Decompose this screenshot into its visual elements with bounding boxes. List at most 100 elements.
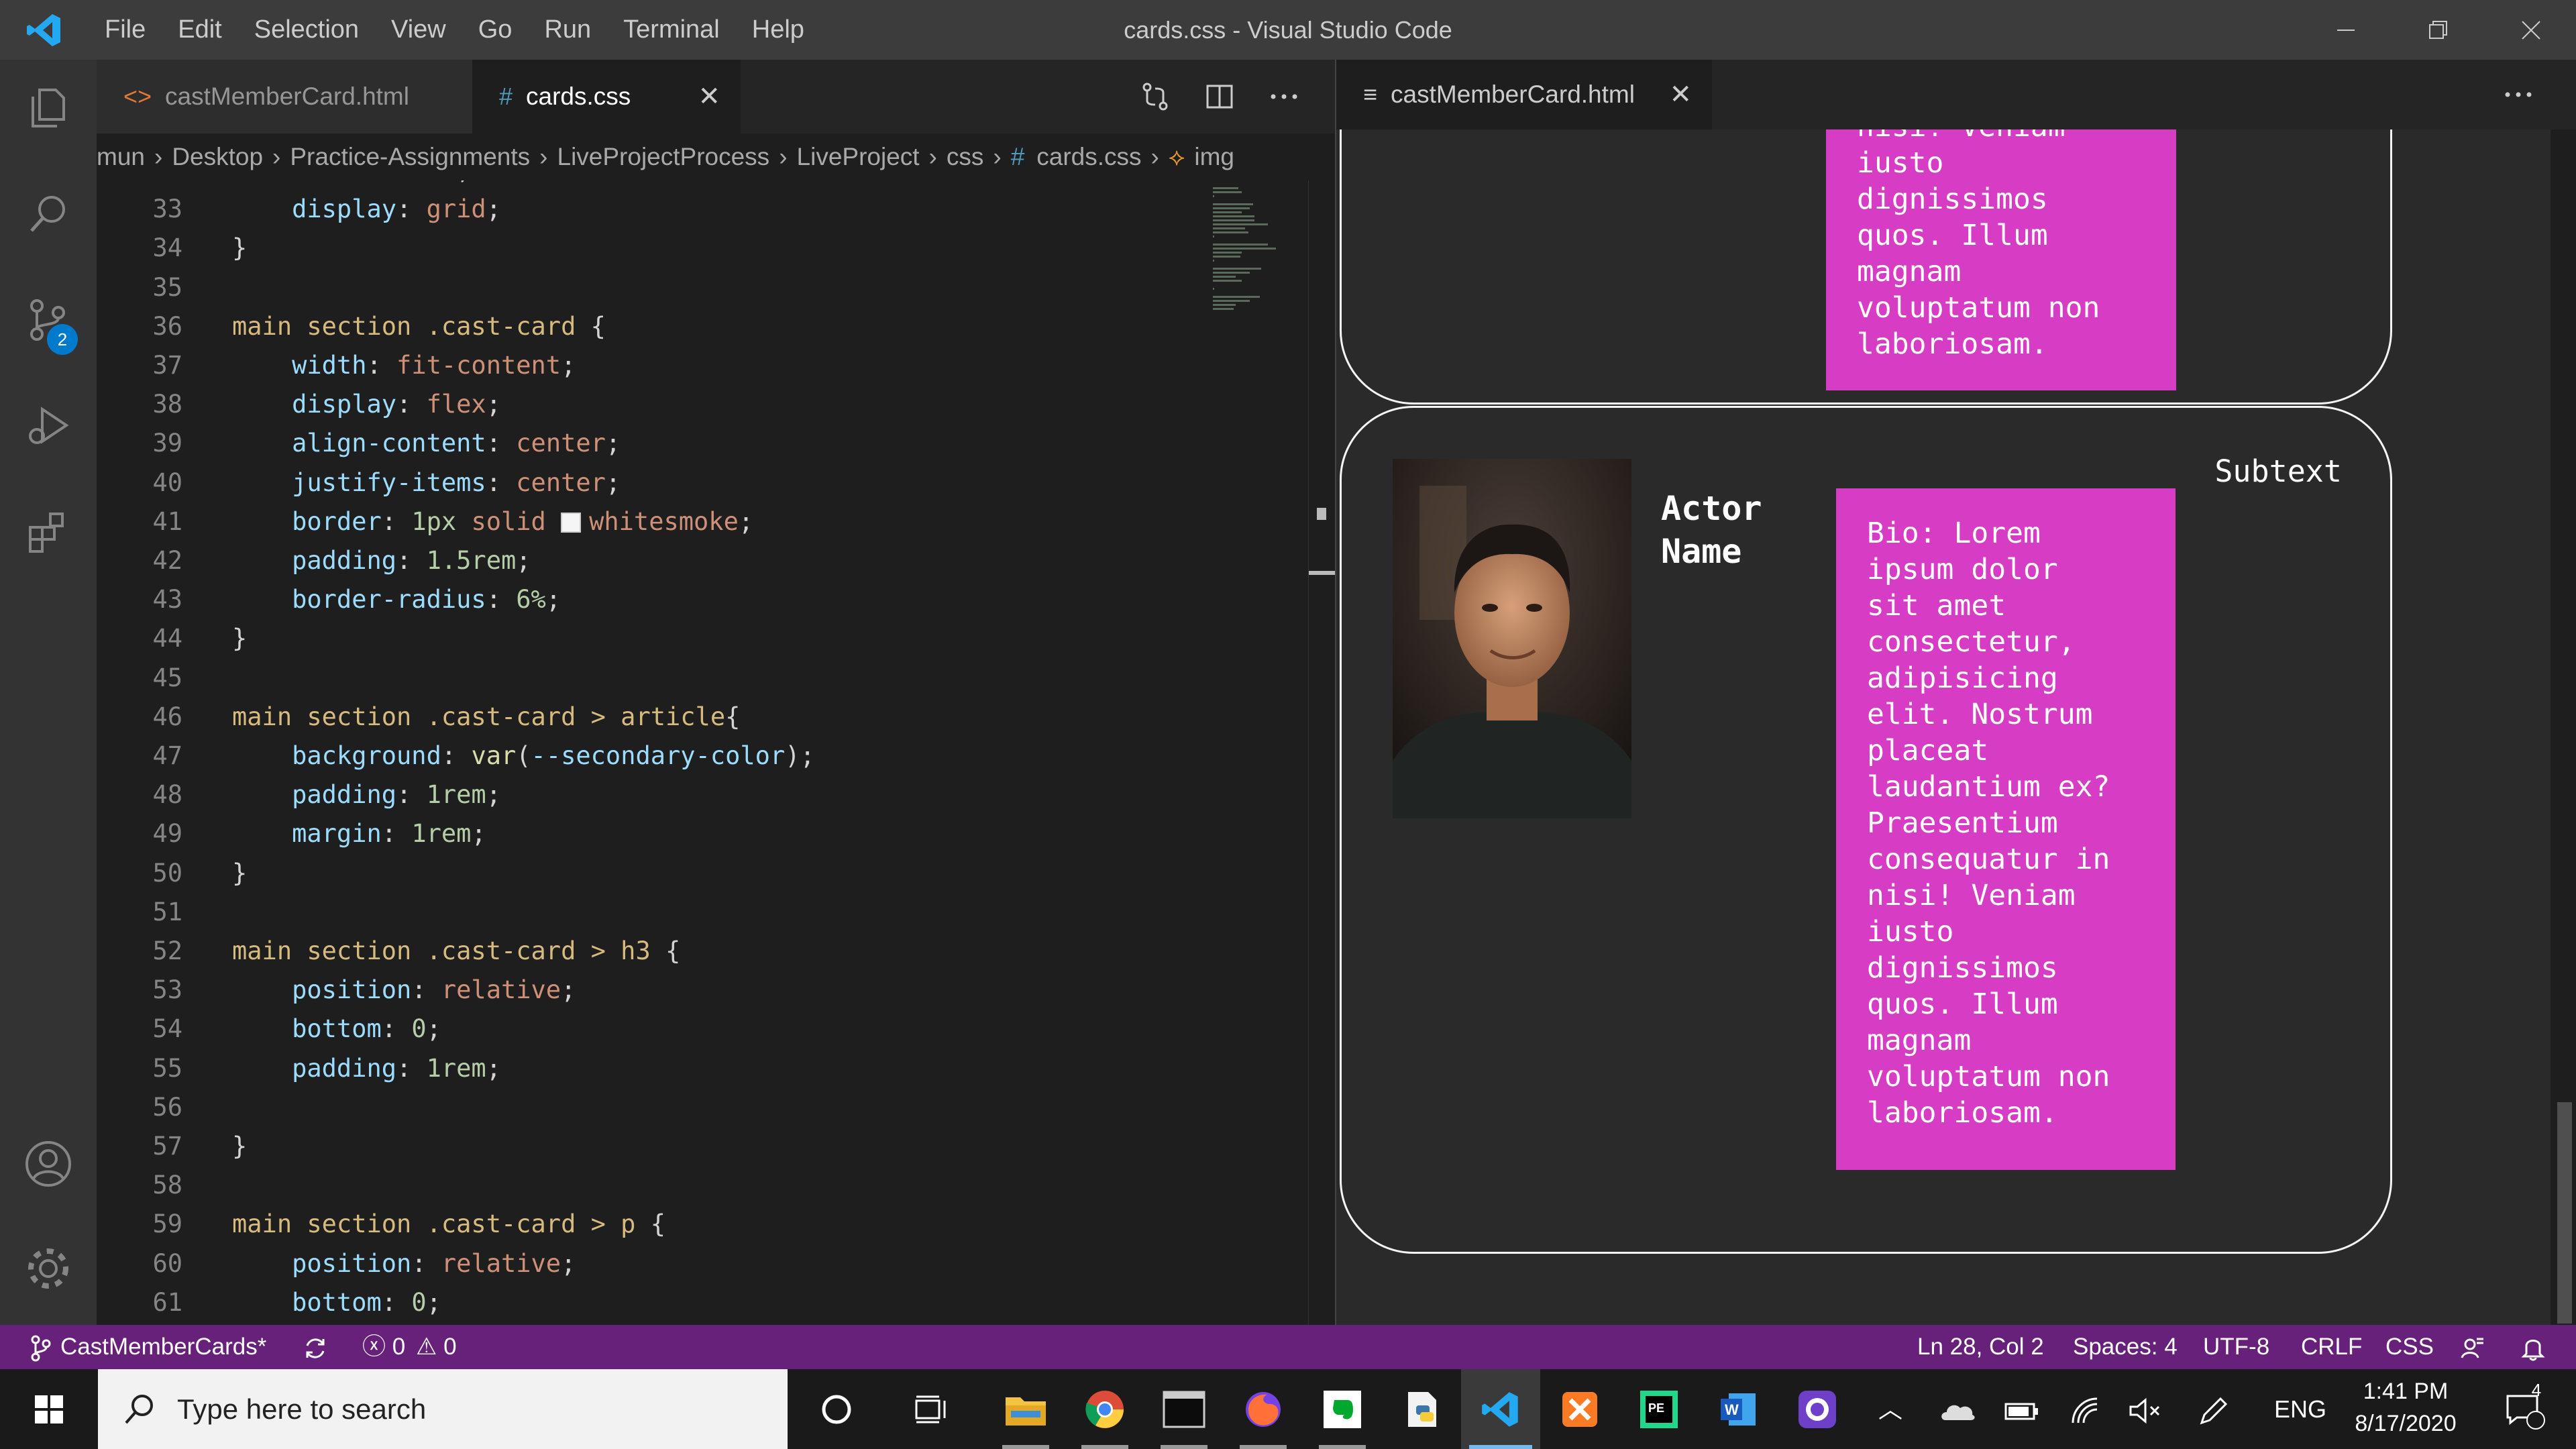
code-line[interactable]: 59 main section .cast-card > p { — [97, 1205, 1304, 1243]
action-center-icon[interactable]: 4 — [2491, 1369, 2559, 1449]
line-ending[interactable]: CRLF — [2301, 1325, 2362, 1369]
code-line[interactable]: 49 margin: 1rem; — [97, 814, 1304, 853]
split-editor-icon[interactable] — [1187, 60, 1252, 133]
tab-cards-css[interactable]: # cards.css ✕ — [472, 60, 741, 133]
close-window-button[interactable] — [2485, 0, 2576, 60]
extensions-icon[interactable] — [0, 484, 97, 580]
tab-castmembercard-html[interactable]: <> castMemberCard.html — [97, 60, 472, 133]
preview-scrollbar[interactable] — [2551, 129, 2576, 1325]
code-line[interactable]: 48 padding: 1rem; — [97, 775, 1304, 814]
code-line[interactable]: 61 bottom: 0; — [97, 1283, 1304, 1322]
code-line[interactable]: 55 padding: 1rem; — [97, 1049, 1304, 1087]
code-editor[interactable]: 32 width: 50vw;33 display: grid;34}3536m… — [97, 180, 1308, 1325]
menu-run[interactable]: Run — [528, 0, 607, 60]
git-branch-item[interactable]: CastMemberCards* — [30, 1325, 266, 1369]
menu-edit[interactable]: Edit — [162, 0, 237, 60]
code-line[interactable]: 33 display: grid; — [97, 190, 1304, 228]
breadcrumb-item[interactable]: cards.css — [1036, 143, 1141, 171]
code-line[interactable]: 60 position: relative; — [97, 1244, 1304, 1283]
taskbar-clock[interactable]: 1:41 PM 8/17/2020 — [2352, 1369, 2459, 1449]
cursor-position[interactable]: Ln 28, Col 2 — [1917, 1325, 2044, 1369]
code-line[interactable]: 52 main section .cast-card > h3 { — [97, 932, 1304, 970]
pycharm-icon[interactable]: PE — [1619, 1369, 1699, 1449]
breadcrumb-item[interactable]: mun — [97, 143, 145, 171]
firefox-icon[interactable] — [1224, 1369, 1303, 1449]
menu-file[interactable]: File — [89, 0, 162, 60]
more-actions-icon[interactable] — [2486, 60, 2551, 129]
close-tab-icon[interactable]: ✕ — [698, 81, 720, 112]
taskbar-search-box[interactable]: Type here to search — [98, 1369, 788, 1449]
code-line[interactable]: 41 border: 1px solid whitesmoke; — [97, 502, 1304, 541]
indentation[interactable]: Spaces: 4 — [2073, 1325, 2178, 1369]
minimap[interactable] — [1210, 180, 1304, 382]
breadcrumb-item[interactable]: css — [947, 143, 984, 171]
scrollbar-thumb[interactable] — [2557, 1102, 2572, 1324]
code-line[interactable]: 56 — [97, 1088, 1304, 1126]
show-hidden-icons[interactable]: ︿ — [1878, 1369, 1902, 1449]
more-actions-icon[interactable] — [1252, 60, 1316, 133]
file-explorer-icon[interactable] — [986, 1369, 1065, 1449]
terminal-icon[interactable] — [1144, 1369, 1224, 1449]
windows-start-icon[interactable] — [9, 1369, 89, 1449]
code-line[interactable]: 39 align-content: center; — [97, 424, 1304, 462]
tab-castmembercard-preview[interactable]: ≡ castMemberCard.html ✕ — [1336, 60, 1712, 129]
open-changes-icon[interactable] — [1123, 60, 1187, 133]
code-line[interactable]: 40 justify-items: center; — [97, 464, 1304, 502]
code-line[interactable]: 51 — [97, 893, 1304, 931]
problems-item[interactable]: ⓧ 0 ⚠ 0 — [362, 1325, 457, 1369]
code-line[interactable]: 58 — [97, 1166, 1304, 1204]
menu-help[interactable]: Help — [736, 0, 820, 60]
encoding[interactable]: UTF-8 — [2203, 1325, 2269, 1369]
code-line[interactable]: 38 display: flex; — [97, 385, 1304, 423]
code-line[interactable]: 50} — [97, 854, 1304, 892]
search-icon[interactable] — [0, 166, 97, 262]
pen-workspace-icon[interactable] — [2198, 1369, 2230, 1449]
explorer-icon[interactable] — [0, 60, 97, 156]
breadcrumb-item[interactable]: Desktop — [172, 143, 263, 171]
notifications-bell-icon[interactable] — [2521, 1325, 2545, 1369]
code-line[interactable]: 34} — [97, 229, 1304, 267]
code-line[interactable]: 37 width: fit-content; — [97, 346, 1304, 384]
task-view-icon[interactable] — [892, 1369, 971, 1449]
xampp-icon[interactable] — [1540, 1369, 1619, 1449]
code-line[interactable]: 54 bottom: 0; — [97, 1010, 1304, 1048]
code-line[interactable]: 57} — [97, 1127, 1304, 1165]
volume-muted-icon[interactable] — [2128, 1369, 2163, 1449]
language-mode[interactable]: CSS — [2385, 1325, 2434, 1369]
wifi-icon[interactable] — [2069, 1369, 2101, 1449]
code-line[interactable]: 45 — [97, 659, 1304, 697]
code-line[interactable]: 32 width: 50vw; — [97, 180, 1304, 189]
vscode-taskbar-icon[interactable] — [1461, 1369, 1540, 1449]
code-line[interactable]: 46 main section .cast-card > article{ — [97, 698, 1304, 736]
code-line[interactable]: 53 position: relative; — [97, 971, 1304, 1009]
html-preview[interactable]: nisi! Veniam iusto dignissimos quos. Ill… — [1336, 129, 2551, 1325]
menu-go[interactable]: Go — [462, 0, 529, 60]
editor-scrollbar[interactable] — [1308, 180, 1336, 1325]
github-desktop-icon[interactable] — [1778, 1369, 1857, 1449]
menu-selection[interactable]: Selection — [238, 0, 375, 60]
menu-view[interactable]: View — [375, 0, 462, 60]
code-line[interactable]: 47 background: var(--secondary-color); — [97, 737, 1304, 775]
code-line[interactable]: 43 border-radius: 6%; — [97, 580, 1304, 619]
python-file-icon[interactable] — [1382, 1369, 1461, 1449]
account-icon[interactable] — [0, 1116, 97, 1212]
onedrive-icon[interactable] — [1939, 1369, 1976, 1449]
breadcrumb-item[interactable]: LiveProjectProcess — [557, 143, 770, 171]
breadcrumb-item[interactable]: LiveProject — [797, 143, 920, 171]
restore-button[interactable] — [2392, 0, 2485, 60]
source-control-icon[interactable]: 2 — [0, 272, 97, 368]
chrome-icon[interactable] — [1065, 1369, 1144, 1449]
evernote-icon[interactable] — [1303, 1369, 1382, 1449]
code-line[interactable]: 35 — [97, 268, 1304, 307]
sync-icon[interactable] — [302, 1325, 329, 1369]
code-line[interactable]: 44} — [97, 619, 1304, 657]
breadcrumb-item[interactable]: img — [1194, 143, 1234, 171]
word-icon[interactable]: W — [1699, 1369, 1778, 1449]
code-line[interactable]: 36 main section .cast-card { — [97, 307, 1304, 345]
code-line[interactable]: 42 padding: 1.5rem; — [97, 541, 1304, 580]
settings-gear-icon[interactable] — [0, 1220, 97, 1317]
battery-icon[interactable] — [2003, 1369, 2041, 1449]
run-debug-icon[interactable] — [0, 378, 97, 474]
feedback-icon[interactable] — [2459, 1325, 2486, 1369]
cortana-icon[interactable] — [797, 1369, 876, 1449]
